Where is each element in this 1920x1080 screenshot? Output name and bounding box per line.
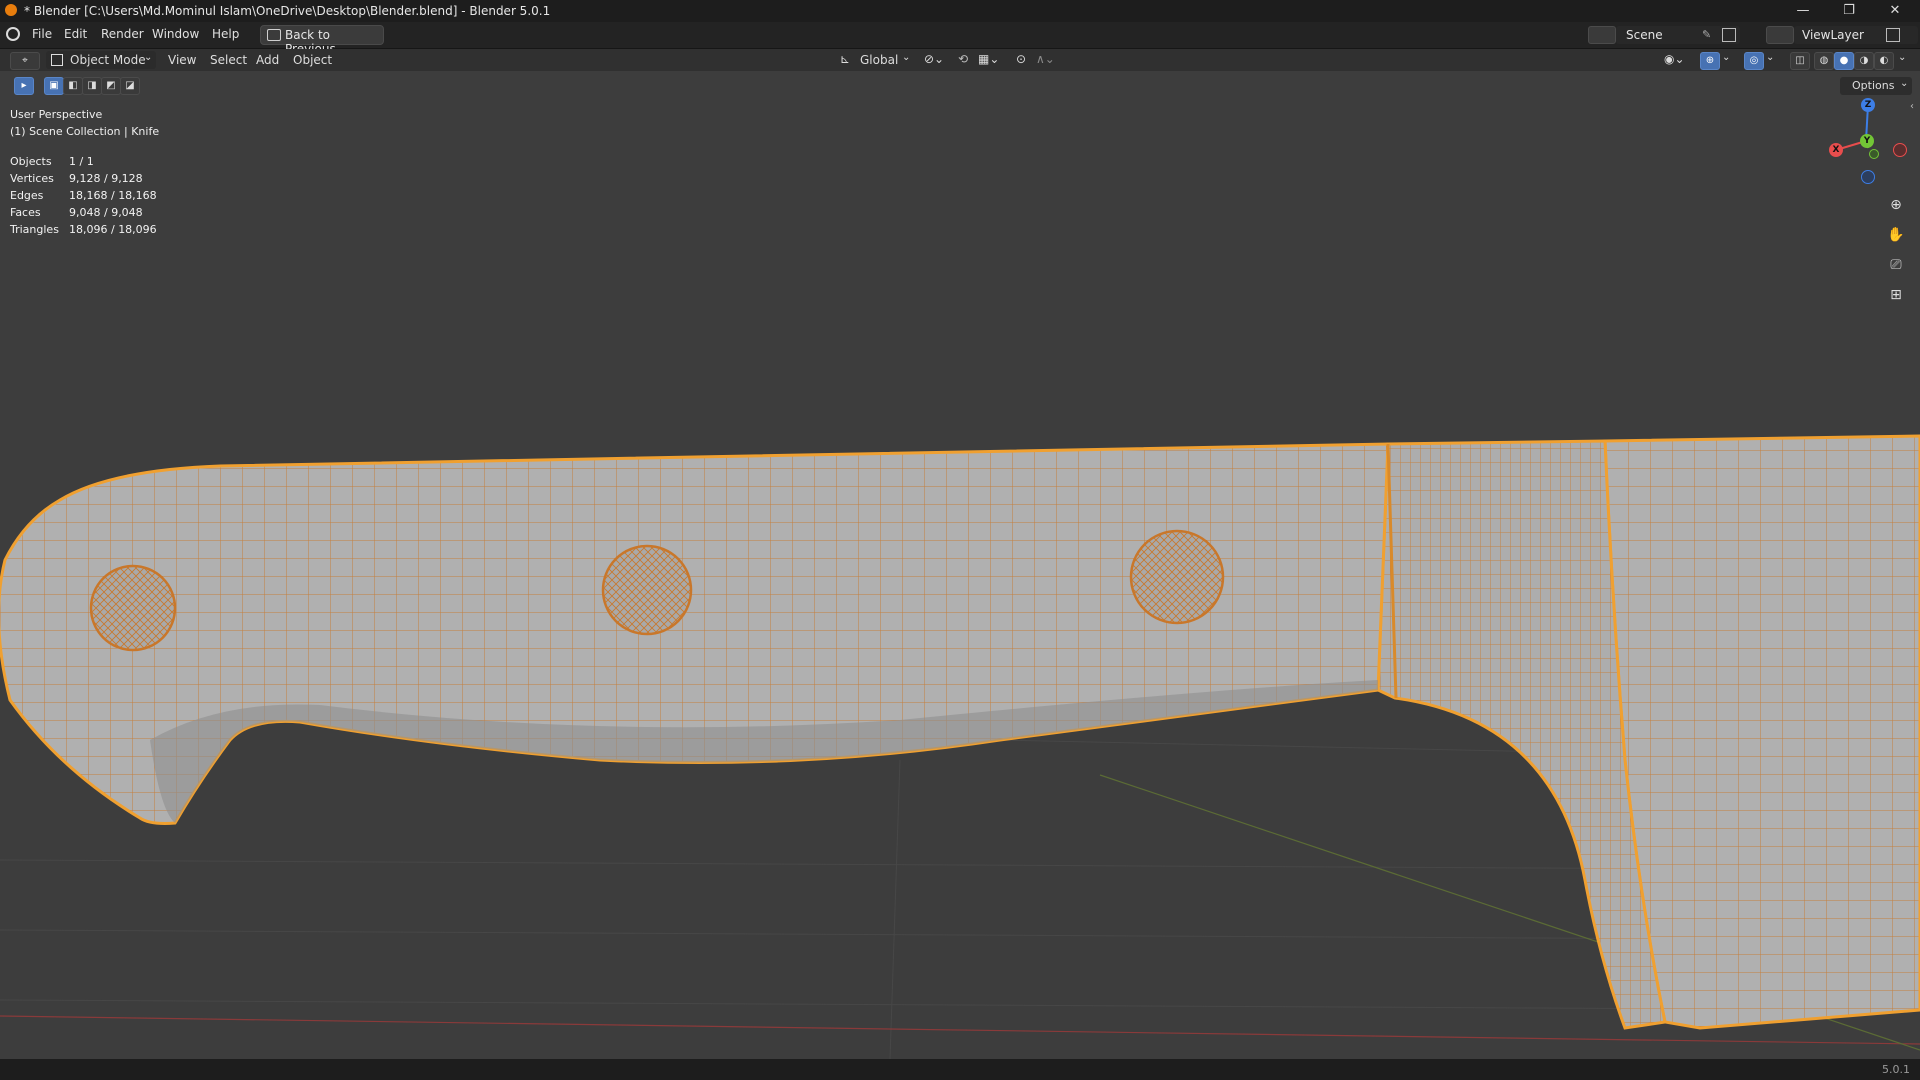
transform-orientation-dropdown[interactable]: ⊾ Global ⌄ <box>838 51 914 69</box>
sidebar-toggle-icon[interactable]: ‹ <box>1910 101 1914 112</box>
menu-render[interactable]: Render <box>101 27 144 41</box>
stat-triangles-label: Triangles <box>10 223 59 236</box>
gizmo-negative-z[interactable] <box>1861 170 1875 184</box>
collection-label: (1) Scene Collection | Knife <box>10 125 160 138</box>
stat-objects-label: Objects <box>10 155 52 168</box>
perspective-toggle-icon[interactable]: ⊞ <box>1884 283 1908 307</box>
scene-name: Scene <box>1626 28 1663 42</box>
mode-label: Object Mode <box>70 53 146 67</box>
title-bar: * Blender [C:\Users\Md.Mominul Islam\One… <box>0 0 1920 22</box>
rivet-right[interactable] <box>1129 529 1225 625</box>
chevron-down-icon: ⌄ <box>144 52 153 63</box>
stat-faces-value: 9,048 / 9,048 <box>69 206 143 219</box>
chevron-down-icon: ⌄ <box>902 52 911 63</box>
rivet-middle[interactable] <box>601 544 693 636</box>
overlays-dropdown-icon[interactable]: ⌄ <box>1766 52 1774 63</box>
editor-type-icon[interactable]: ⌖ <box>10 52 40 70</box>
menu-help[interactable]: Help <box>212 27 239 41</box>
solid-shading-icon[interactable]: ● <box>1834 52 1854 70</box>
viewlayer-name: ViewLayer <box>1802 28 1864 42</box>
gizmo-dropdown-icon[interactable]: ⌄ <box>1722 52 1730 63</box>
select-intersect-icon[interactable]: ◪ <box>120 77 140 95</box>
3d-viewport[interactable]: User Perspective (1) Scene Collection | … <box>0 71 1920 1059</box>
rivet-left[interactable] <box>89 564 177 652</box>
select-invert-icon[interactable]: ◩ <box>101 77 121 95</box>
stat-faces-label: Faces <box>10 206 41 219</box>
gizmo-y-axis[interactable]: Y <box>1860 134 1874 148</box>
scene-field[interactable]: Scene ✎ <box>1616 26 1740 44</box>
snap-grid-icon[interactable]: ▦⌄ <box>978 52 999 66</box>
gizmo-z-axis[interactable]: Z <box>1861 98 1875 112</box>
back-to-previous-button[interactable]: Back to Previous <box>260 25 384 56</box>
back-icon <box>267 29 281 41</box>
minimize-button[interactable]: — <box>1780 1 1826 21</box>
zoom-icon[interactable]: ⊕ <box>1884 193 1908 217</box>
snap-icon[interactable]: ⟲ <box>958 52 968 66</box>
window-title: * Blender [C:\Users\Md.Mominul Islam\One… <box>24 4 551 18</box>
navigation-gizmo[interactable]: Z X Y <box>1820 93 1910 184</box>
overlays-toggle-icon[interactable]: ◎ <box>1744 52 1764 70</box>
stat-triangles-value: 18,096 / 18,096 <box>69 223 157 236</box>
menu-select[interactable]: Select <box>210 53 247 67</box>
stat-vertices-value: 9,128 / 9,128 <box>69 172 143 185</box>
visibility-icon[interactable]: ◉⌄ <box>1664 52 1685 66</box>
gizmo-x-axis[interactable]: X <box>1829 143 1843 157</box>
xray-toggle-icon[interactable]: ◫ <box>1790 52 1810 70</box>
select-new-icon[interactable]: ▣ <box>44 77 64 95</box>
select-subtract-icon[interactable]: ◨ <box>82 77 102 95</box>
gizmo-toggle-icon[interactable]: ⊕ <box>1700 52 1720 70</box>
object-mode-icon <box>51 54 63 66</box>
version-label: 5.0.1 <box>1882 1063 1910 1076</box>
camera-view-icon[interactable]: ⎚ <box>1884 253 1908 277</box>
rendered-shading-icon[interactable]: ◐ <box>1874 52 1894 70</box>
gizmo-negative-x[interactable] <box>1893 143 1907 157</box>
orientation-icon: ⊾ <box>840 52 851 66</box>
falloff-icon[interactable]: ∧⌄ <box>1036 52 1055 66</box>
viewlayer-field[interactable]: ViewLayer <box>1794 26 1918 44</box>
viewport-scene[interactable] <box>0 71 1920 1059</box>
blender-menu-icon[interactable] <box>6 27 20 41</box>
gizmo-negative-y[interactable] <box>1869 149 1879 159</box>
menu-window[interactable]: Window <box>152 27 199 41</box>
chevron-down-icon: ⌄ <box>1900 78 1909 89</box>
maximize-button[interactable]: ❐ <box>1826 1 1872 21</box>
pivot-icon[interactable]: ⊘⌄ <box>924 52 944 66</box>
options-label: Options <box>1852 79 1895 92</box>
viewlayer-browse-icon[interactable] <box>1766 26 1794 44</box>
new-viewlayer-icon[interactable] <box>1886 28 1900 42</box>
stat-vertices-label: Vertices <box>10 172 54 185</box>
status-bar: 5.0.1 <box>0 1059 1920 1080</box>
menu-view[interactable]: View <box>168 53 196 67</box>
stat-edges-label: Edges <box>10 189 44 202</box>
menu-object[interactable]: Object <box>293 53 332 67</box>
viewport-info: User Perspective (1) Scene Collection | … <box>10 108 159 138</box>
perspective-label: User Perspective <box>10 108 103 121</box>
pan-hand-icon[interactable]: ✋ <box>1884 223 1908 247</box>
orientation-label: Global <box>860 53 899 67</box>
close-button[interactable]: ✕ <box>1872 1 1918 21</box>
proportional-editing-icon[interactable]: ⊙ <box>1016 52 1026 66</box>
mode-dropdown[interactable]: Object Mode ⌄ <box>46 51 156 69</box>
material-shading-icon[interactable]: ◑ <box>1854 52 1874 70</box>
select-tool-icon[interactable]: ▸ <box>14 77 34 95</box>
pin-icon[interactable]: ✎ <box>1702 28 1711 41</box>
wireframe-shading-icon[interactable]: ◍ <box>1814 52 1834 70</box>
viewport-header: ⌖ Object Mode ⌄ View Select Add Object ⊾… <box>0 49 1920 71</box>
menu-file[interactable]: File <box>32 27 52 41</box>
blender-logo-icon <box>5 4 17 16</box>
shading-dropdown-icon[interactable]: ⌄ <box>1898 52 1906 63</box>
top-menu-bar: File Edit Render Window Help Back to Pre… <box>0 22 1920 56</box>
knife-blade[interactable] <box>1603 434 1920 1030</box>
new-scene-icon[interactable] <box>1722 28 1736 42</box>
menu-add[interactable]: Add <box>256 53 279 67</box>
select-extend-icon[interactable]: ◧ <box>63 77 83 95</box>
menu-edit[interactable]: Edit <box>64 27 87 41</box>
stat-objects-value: 1 / 1 <box>69 155 94 168</box>
stat-edges-value: 18,168 / 18,168 <box>69 189 157 202</box>
scene-browse-icon[interactable] <box>1588 26 1616 44</box>
stats-overlay: Objects 1 / 1 Vertices 9,128 / 9,128 Edg… <box>0 155 180 245</box>
selection-mode-group: ▣ ◧ ◨ ◩ ◪ <box>44 77 140 95</box>
